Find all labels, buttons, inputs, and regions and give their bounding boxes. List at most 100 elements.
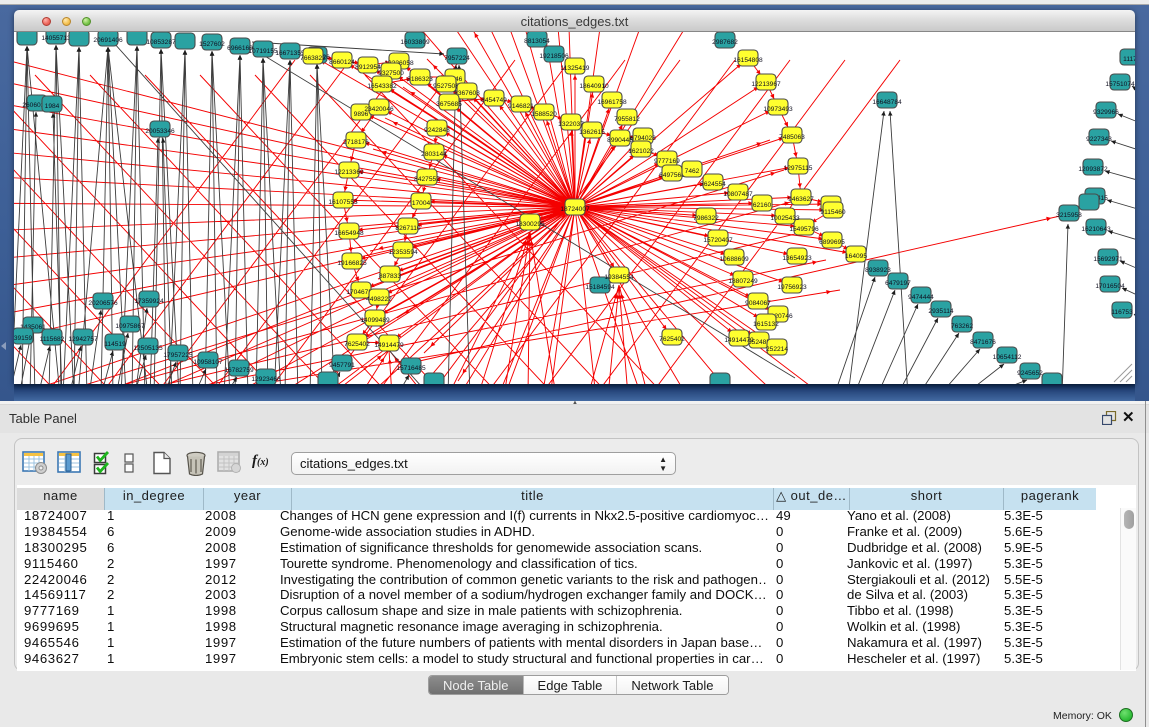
svg-text:116753: 116753 — [1111, 309, 1133, 316]
svg-text:6497568: 6497568 — [659, 172, 685, 179]
svg-text:16154808: 16154808 — [733, 57, 763, 64]
svg-text:6479197: 6479197 — [885, 280, 911, 287]
svg-text:39159: 39159 — [14, 335, 32, 342]
svg-text:10973493: 10973493 — [763, 106, 793, 113]
svg-text:9242848: 9242848 — [424, 127, 450, 134]
svg-text:12093872: 12093872 — [1078, 166, 1108, 173]
svg-text:887833: 887833 — [379, 273, 401, 280]
svg-text:763262: 763262 — [951, 323, 973, 330]
svg-text:7957224: 7957224 — [444, 55, 470, 62]
svg-text:1615132: 1615132 — [753, 321, 779, 328]
svg-text:1362615: 1362615 — [579, 129, 605, 136]
svg-text:10807487: 10807487 — [723, 191, 753, 198]
svg-text:8267110: 8267110 — [395, 225, 421, 232]
svg-text:6899695: 6899695 — [819, 239, 845, 246]
svg-text:62160: 62160 — [753, 202, 772, 209]
svg-text:15716485: 15716485 — [396, 365, 426, 372]
svg-text:8660124: 8660124 — [329, 59, 355, 66]
svg-text:15692971: 15692971 — [1093, 256, 1123, 263]
svg-text:1527602: 1527602 — [199, 41, 225, 48]
svg-text:9777169: 9777169 — [654, 158, 680, 165]
svg-text:1984: 1984 — [45, 103, 60, 110]
svg-text:12942757: 12942757 — [68, 336, 98, 343]
svg-text:10688609: 10688609 — [719, 256, 749, 263]
svg-text:8186323: 8186323 — [407, 76, 433, 83]
svg-text:14099489: 14099489 — [360, 317, 390, 324]
svg-text:2803144: 2803144 — [421, 151, 447, 158]
svg-text:13654923: 13654923 — [782, 255, 812, 262]
svg-text:18724007: 18724007 — [560, 206, 590, 213]
svg-text:20053346: 20053346 — [145, 128, 175, 135]
svg-text:16107553: 16107553 — [328, 199, 358, 206]
svg-text:8471676: 8471676 — [970, 339, 996, 346]
svg-text:8454749: 8454749 — [481, 97, 507, 104]
svg-text:164095: 164095 — [845, 253, 867, 260]
svg-text:20206576: 20206576 — [88, 300, 118, 307]
svg-text:10025433: 10025433 — [770, 215, 800, 222]
svg-text:10853287: 10853287 — [146, 39, 176, 46]
svg-text:9084067: 9084067 — [745, 300, 771, 307]
svg-text:1115682: 1115682 — [40, 336, 65, 343]
svg-text:7625402: 7625402 — [344, 341, 370, 348]
svg-text:3624554: 3624554 — [700, 181, 726, 188]
svg-text:16654948: 16654948 — [334, 230, 364, 237]
svg-text:19218506: 19218506 — [539, 53, 569, 60]
svg-text:18300295: 18300295 — [515, 221, 545, 228]
svg-text:18640910: 18640910 — [579, 83, 609, 90]
svg-text:114519: 114519 — [104, 341, 126, 348]
svg-text:3675685: 3675685 — [436, 101, 462, 108]
svg-text:9115460: 9115460 — [820, 209, 846, 216]
svg-text:7955812: 7955812 — [614, 116, 640, 123]
svg-text:16210643: 16210643 — [1081, 226, 1111, 233]
svg-text:19756923: 19756923 — [777, 284, 807, 291]
svg-text:12213967: 12213967 — [751, 81, 781, 88]
svg-text:17359924: 17359924 — [134, 298, 164, 305]
svg-text:8427552: 8427552 — [414, 176, 440, 183]
svg-text:9457791: 9457791 — [329, 362, 355, 369]
svg-text:16782759: 16782759 — [224, 367, 254, 374]
svg-text:9329966: 9329966 — [1093, 109, 1119, 116]
svg-text:17004: 17004 — [412, 200, 431, 207]
svg-text:16961758: 16961758 — [597, 99, 627, 106]
svg-text:3215958: 3215958 — [1056, 212, 1082, 219]
svg-text:12505135: 12505135 — [133, 345, 163, 352]
svg-text:8813054: 8813054 — [524, 38, 550, 45]
svg-text:18807249: 18807249 — [728, 278, 758, 285]
svg-text:9245652: 9245652 — [1017, 370, 1043, 377]
svg-text:23420046: 23420046 — [364, 106, 394, 113]
svg-text:14914479: 14914479 — [374, 342, 404, 349]
svg-text:7986322: 7986322 — [693, 215, 719, 222]
svg-text:1117: 1117 — [1123, 56, 1135, 63]
svg-text:16033809: 16033809 — [400, 39, 430, 46]
svg-text:12975115: 12975115 — [784, 165, 813, 172]
svg-text:12923466: 12923466 — [251, 376, 281, 383]
svg-text:7625402: 7625402 — [659, 336, 685, 343]
svg-text:1588520: 1588520 — [531, 111, 557, 118]
svg-text:10958107: 10958107 — [193, 359, 223, 366]
svg-text:15495796: 15495796 — [789, 226, 819, 233]
svg-text:14914479: 14914479 — [724, 337, 754, 344]
svg-text:10975867: 10975867 — [115, 323, 145, 330]
svg-text:252214: 252214 — [766, 346, 788, 353]
svg-text:1621022: 1621022 — [628, 148, 654, 155]
svg-text:16543382: 16543382 — [367, 83, 397, 90]
svg-text:2935114: 2935114 — [928, 308, 954, 315]
svg-text:19166825: 19166825 — [337, 260, 367, 267]
svg-text:9463627: 9463627 — [788, 196, 814, 203]
svg-text:17016504: 17016504 — [1095, 283, 1125, 290]
svg-text:15751074: 15751074 — [1105, 81, 1135, 88]
svg-text:16648784: 16648784 — [872, 99, 902, 106]
svg-text:15720407: 15720407 — [703, 237, 733, 244]
svg-text:20691406: 20691406 — [93, 37, 123, 44]
svg-text:11325419: 11325419 — [561, 65, 590, 72]
svg-text:12353594: 12353594 — [388, 249, 418, 256]
svg-text:9527508: 9527508 — [433, 83, 459, 90]
svg-text:1322037: 1322037 — [558, 121, 584, 128]
svg-text:14055713: 14055713 — [41, 35, 71, 42]
svg-text:19384554: 19384554 — [604, 274, 634, 281]
svg-text:15184594: 15184594 — [585, 284, 615, 291]
svg-text:8938923: 8938923 — [865, 267, 891, 274]
svg-text:9474444: 9474444 — [908, 294, 934, 301]
svg-text:10719155: 10719155 — [248, 48, 278, 55]
svg-text:9227343: 9227343 — [1086, 136, 1112, 143]
